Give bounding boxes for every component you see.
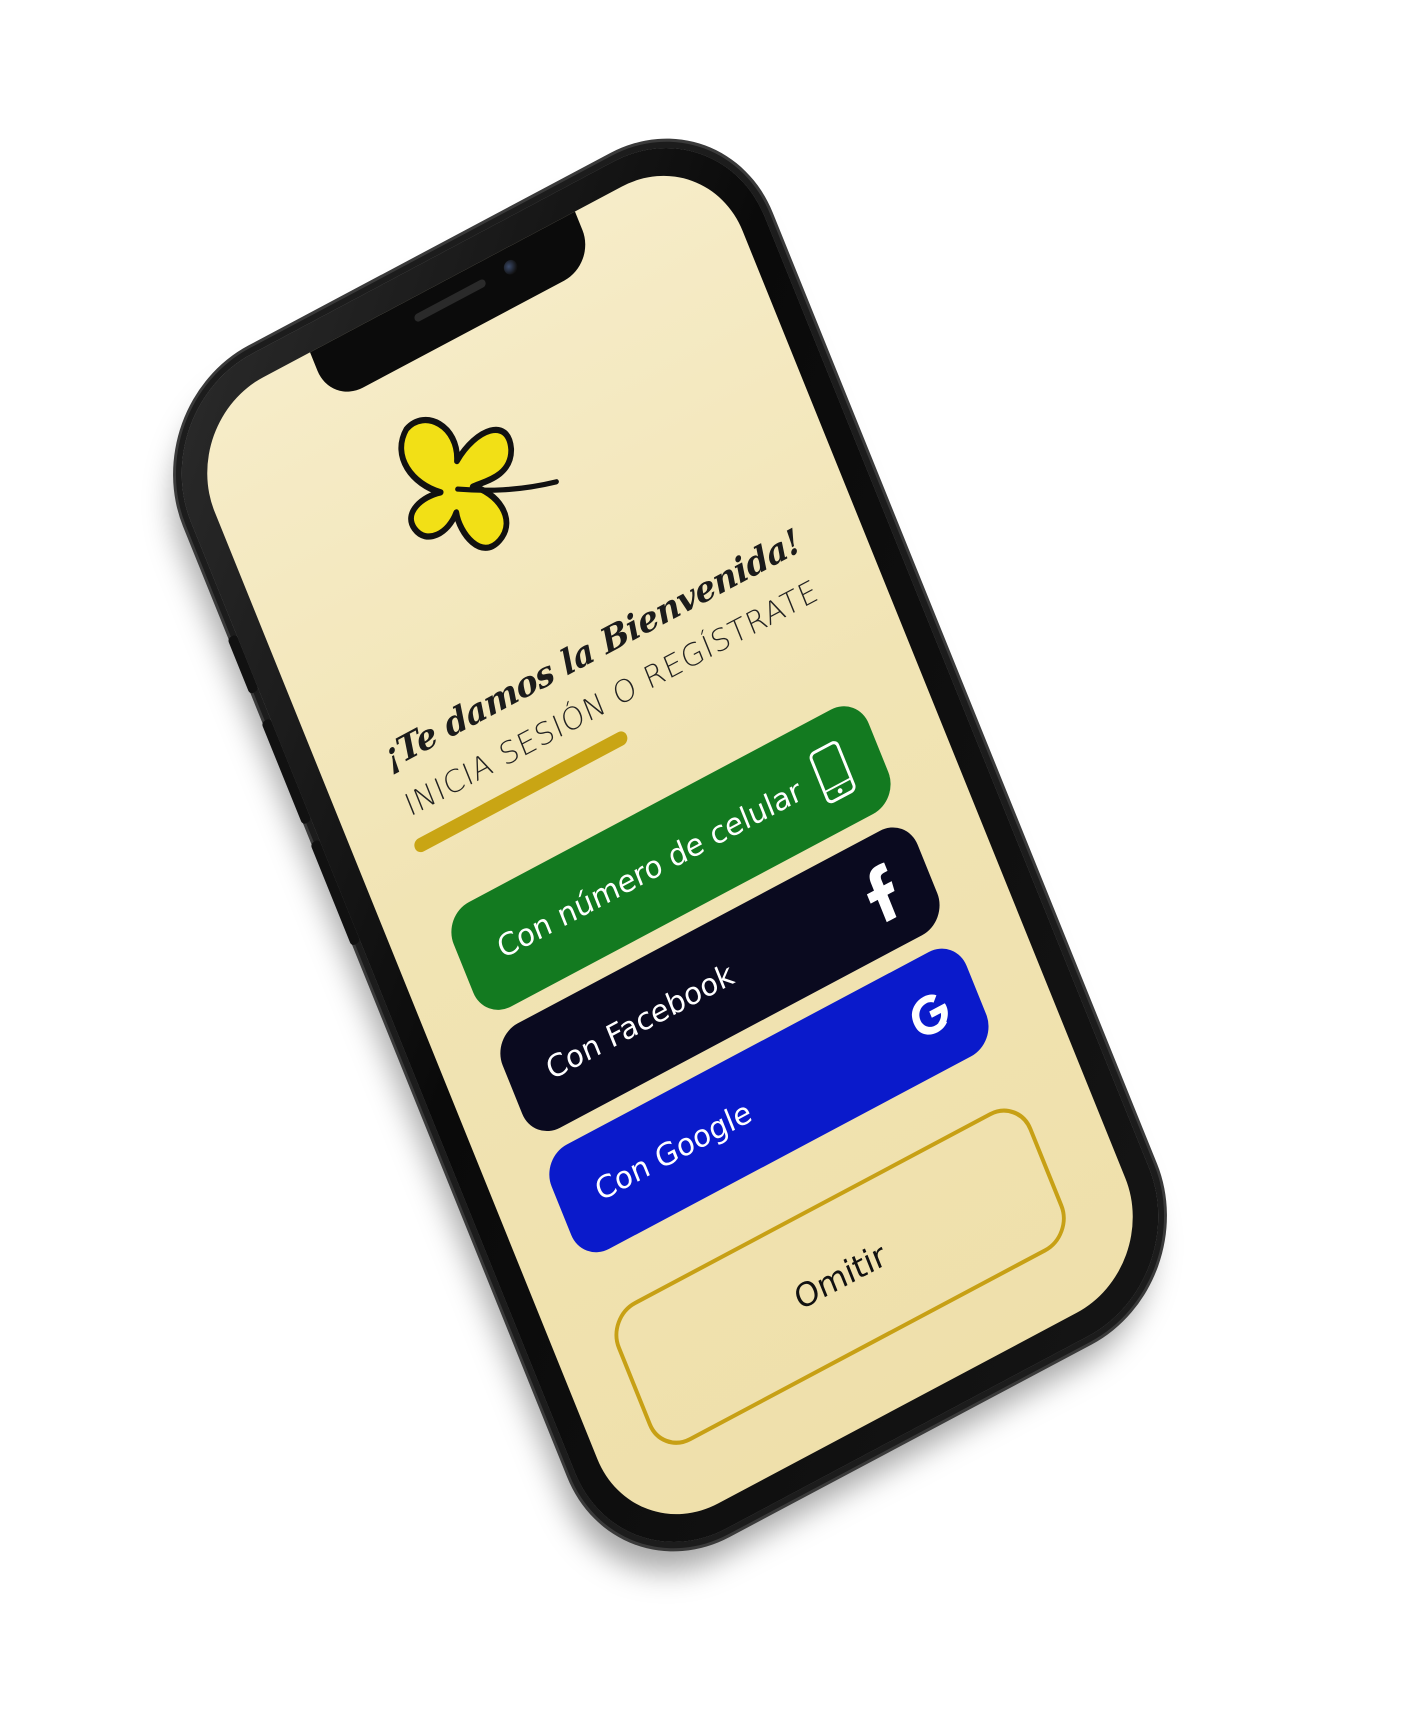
front-camera xyxy=(501,257,520,278)
phone-device: ¡Te damos la Bienvenida! INICIA SESIÓN O… xyxy=(145,105,1195,1585)
side-button xyxy=(227,633,259,695)
app-screen: ¡Te damos la Bienvenida! INICIA SESIÓN O… xyxy=(178,141,1162,1549)
stage: ¡Te damos la Bienvenida! INICIA SESIÓN O… xyxy=(0,0,1410,1709)
camera-notch xyxy=(309,209,597,405)
speaker-grille xyxy=(413,278,487,324)
yellow-flower-logo xyxy=(398,416,559,551)
skip-label: Omitir xyxy=(788,1235,892,1318)
